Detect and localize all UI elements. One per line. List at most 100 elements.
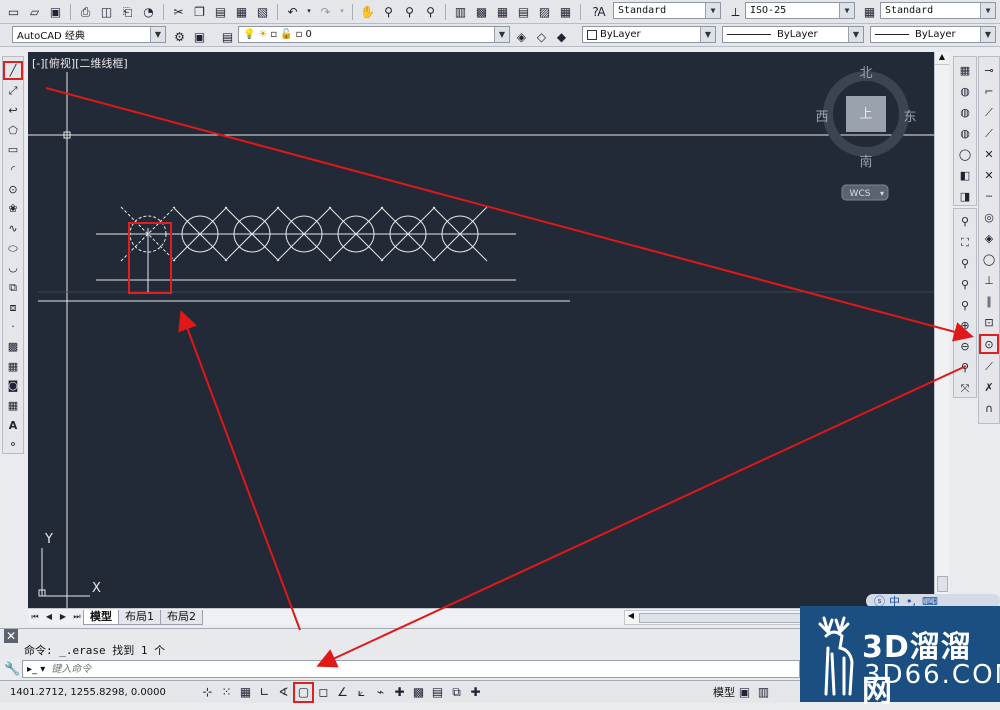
hatch-icon[interactable]: ▩: [4, 338, 22, 355]
line-tool-icon[interactable]: ╱: [3, 61, 23, 80]
dim-style-select[interactable]: ISO-25 ▼: [745, 2, 855, 19]
scroll-up-icon[interactable]: ▲: [935, 52, 949, 65]
workspace-settings-icon[interactable]: ⚙: [170, 27, 189, 46]
polygon-icon[interactable]: ⬠: [4, 122, 22, 139]
multiline-text-icon[interactable]: A: [4, 417, 22, 434]
dynamic-input-icon[interactable]: ⌁: [371, 683, 390, 702]
save-icon[interactable]: ▣: [46, 2, 65, 21]
table-style-select[interactable]: Standard ▼: [880, 2, 996, 19]
transparency-icon[interactable]: ▩: [409, 683, 428, 702]
new-file-icon[interactable]: ▭: [4, 2, 23, 21]
layer-freeze-icon[interactable]: ☀: [258, 29, 267, 40]
free-orbit-icon[interactable]: ◍: [956, 124, 974, 142]
zoom-object-icon[interactable]: ⚲: [956, 296, 974, 314]
layer-manager-icon[interactable]: ▤: [218, 27, 237, 46]
spline-icon[interactable]: ∿: [4, 220, 22, 237]
text-style-icon[interactable]: A: [592, 2, 611, 21]
layer-on-icon[interactable]: 💡: [243, 29, 255, 40]
grid-display-icon[interactable]: ▦: [236, 683, 255, 702]
first-tab-icon[interactable]: ⏮: [28, 608, 42, 627]
object-snap-tracking-icon[interactable]: ∠: [333, 683, 352, 702]
design-center-icon[interactable]: ▩: [472, 2, 491, 21]
snap-endpoint-icon[interactable]: ⟋: [980, 103, 998, 121]
linetype-select[interactable]: ByLayer ▼: [722, 26, 864, 43]
scroll-left-icon[interactable]: ◀: [625, 611, 637, 624]
add-selected-icon[interactable]: ⚬: [4, 436, 22, 453]
zoom-extents-icon[interactable]: ⤧: [956, 379, 974, 397]
make-block-icon[interactable]: ⧈: [4, 299, 22, 316]
redo-icon[interactable]: ↷: [316, 2, 335, 21]
command-prompt-icon[interactable]: ▸_ ▾: [27, 664, 45, 675]
command-close-icon[interactable]: ✕: [4, 629, 18, 643]
print-icon[interactable]: ⎙: [76, 2, 95, 21]
chevron-down-icon[interactable]: ▼: [705, 3, 720, 18]
workspace-select[interactable]: AutoCAD 经典 ▼: [12, 26, 166, 43]
redo-dropdown-icon[interactable]: ▾: [337, 2, 347, 21]
snap-quadrant-icon[interactable]: ◈: [980, 229, 998, 247]
construction-line-icon[interactable]: ⤢: [4, 83, 22, 100]
calculator-icon[interactable]: ▦: [556, 2, 575, 21]
point-icon[interactable]: ·: [4, 319, 22, 336]
snap-node-icon[interactable]: ⊙: [979, 334, 999, 354]
annotation-monitor-icon[interactable]: ✚: [466, 683, 485, 702]
ellipse-arc-icon[interactable]: ◡: [4, 260, 22, 277]
tab-model[interactable]: 模型: [83, 609, 119, 625]
chevron-down-icon[interactable]: ▼: [980, 27, 995, 42]
arc-icon[interactable]: ◜: [4, 161, 22, 178]
properties-icon[interactable]: ▥: [451, 2, 470, 21]
viewcube[interactable]: 上 北 南 东 西 WCS ▾: [815, 66, 917, 201]
snap-mode-icon[interactable]: ⁙: [217, 683, 236, 702]
osnap-settings-icon[interactable]: ∩: [980, 399, 998, 417]
camera-icon[interactable]: ◨: [956, 187, 974, 205]
zoom-center-icon[interactable]: ⚲: [956, 275, 974, 293]
3d-view-icon[interactable]: ◍: [956, 82, 974, 100]
layer-select[interactable]: 💡 ☀ ▫ 🔓 ▫ 0 ▼: [238, 26, 510, 43]
selection-cycling-icon[interactable]: ⧉: [447, 683, 466, 702]
snap-tangent-icon[interactable]: ◯: [980, 250, 998, 268]
last-tab-icon[interactable]: ⏭: [70, 608, 84, 627]
coordinates-readout[interactable]: 1401.2712, 1255.8298, 0.0000: [10, 687, 198, 698]
snap-center-icon[interactable]: ◎: [980, 208, 998, 226]
zoom-window-icon[interactable]: ⚲: [400, 2, 419, 21]
match-properties-icon[interactable]: ▦: [232, 2, 251, 21]
polyline-icon[interactable]: ↩: [4, 102, 22, 119]
vertical-scrollbar[interactable]: ▲ ▼: [934, 52, 949, 608]
tool-palettes-icon[interactable]: ▦: [493, 2, 512, 21]
circle-icon[interactable]: ⊙: [4, 181, 22, 198]
zoom-previous-icon[interactable]: ⚲: [421, 2, 440, 21]
infer-constraints-icon[interactable]: ⊹: [198, 683, 217, 702]
snap-perpendicular-icon[interactable]: ⊥: [980, 271, 998, 289]
undo-dropdown-icon[interactable]: ▾: [304, 2, 314, 21]
zoom-realtime-icon[interactable]: ⚲: [379, 2, 398, 21]
print-preview-icon[interactable]: ◫: [97, 2, 116, 21]
zoom-out-icon[interactable]: ⊖: [956, 338, 974, 356]
snap-from-icon[interactable]: ⌐: [980, 82, 998, 100]
named-views-icon[interactable]: ▦: [956, 61, 974, 79]
command-customize-icon[interactable]: 🔧: [4, 662, 20, 677]
ortho-mode-icon[interactable]: ∟: [255, 683, 274, 702]
render-icon[interactable]: ◯: [956, 145, 974, 163]
quick-properties-icon[interactable]: ▤: [428, 683, 447, 702]
visual-style-icon[interactable]: ◧: [956, 166, 974, 184]
3d-osnap-icon[interactable]: ◻: [314, 683, 333, 702]
3d-publish-icon[interactable]: ◔: [139, 2, 158, 21]
markup-icon[interactable]: ▨: [535, 2, 554, 21]
chevron-down-icon[interactable]: ▼: [980, 3, 995, 18]
color-select[interactable]: ByLayer ▼: [582, 26, 716, 43]
chevron-down-icon[interactable]: ▼: [150, 27, 165, 42]
table-style-icon[interactable]: ▦: [860, 2, 879, 21]
text-style-select[interactable]: Standard ▼: [613, 2, 721, 19]
snap-midpoint-icon[interactable]: ⟋: [980, 124, 998, 142]
layer-lock-icon[interactable]: 🔓: [280, 29, 292, 40]
command-input[interactable]: ▸_ ▾: [22, 660, 800, 678]
copy-icon[interactable]: ❐: [190, 2, 209, 21]
next-tab-icon[interactable]: ▶: [56, 608, 70, 627]
model-space-label[interactable]: 模型: [713, 684, 735, 700]
zoom-in-icon[interactable]: ⊕: [956, 317, 974, 335]
drawing-viewport[interactable]: [-][俯视][二维线框] Y X 上 北 南 东 西 WCS ▾: [28, 52, 934, 608]
layer-previous-icon[interactable]: ◇: [532, 27, 551, 46]
open-file-icon[interactable]: ▱: [25, 2, 44, 21]
temp-track-icon[interactable]: ⊸: [980, 61, 998, 79]
gradient-icon[interactable]: ▦: [4, 358, 22, 375]
paste-icon[interactable]: ▤: [211, 2, 230, 21]
